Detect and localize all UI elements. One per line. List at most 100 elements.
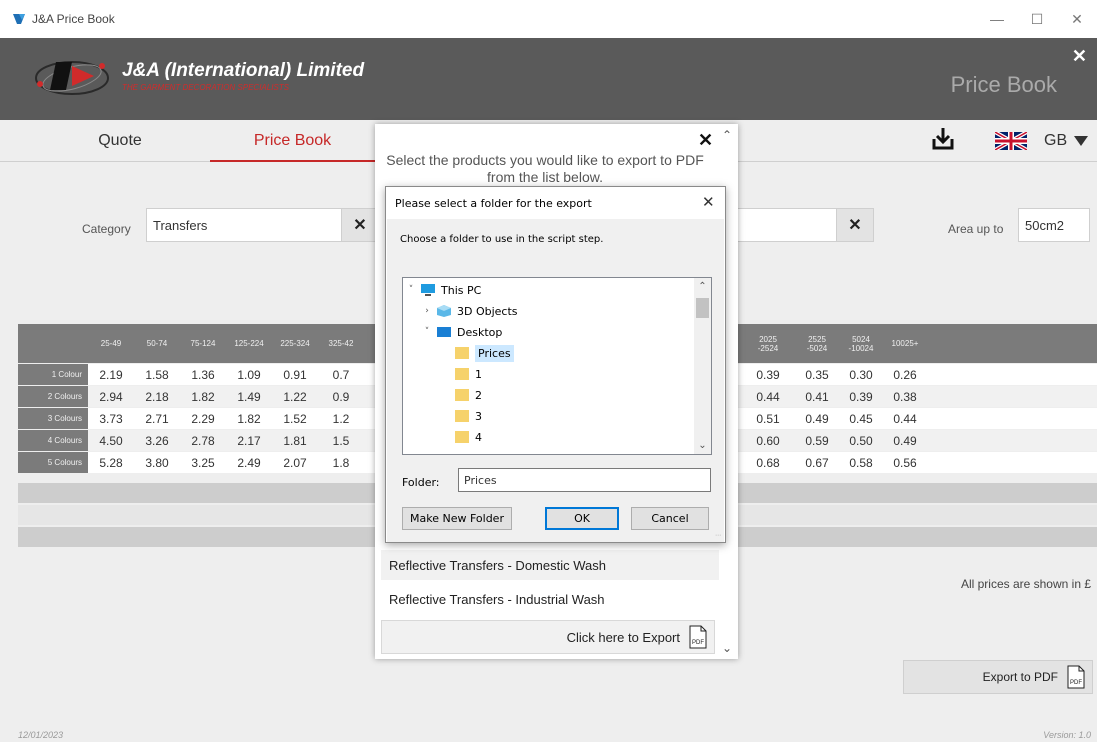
ok-button[interactable]: OK — [545, 507, 619, 530]
maximize-button[interactable]: ☐ — [1017, 0, 1057, 38]
column-header: 75-124 — [190, 339, 216, 348]
column-header: 225-324 — [280, 339, 310, 348]
export-product-item[interactable]: Reflective Transfers - Industrial Wash — [381, 584, 719, 614]
row-label: 1 Colour — [18, 364, 88, 385]
download-icon[interactable] — [930, 125, 956, 153]
scroll-down-icon[interactable]: ⌄ — [722, 641, 732, 655]
minimize-button[interactable]: — — [977, 0, 1017, 38]
scroll-down-icon[interactable]: ⌄ — [694, 440, 711, 451]
cancel-button[interactable]: Cancel — [631, 507, 709, 530]
tree-node-label: This PC — [441, 283, 482, 297]
tree-node-label: 3 — [475, 409, 482, 423]
price-cell: 0.58 — [849, 455, 873, 470]
pdf-icon: PDF — [689, 625, 707, 649]
price-cell: 0.39 — [849, 389, 873, 404]
scroll-up-icon[interactable]: ⌃ — [694, 281, 711, 292]
window-controls: — ☐ ✕ — [977, 0, 1097, 38]
price-cell: 1.82 — [237, 411, 261, 426]
window-titlebar: J&A Price Book — ☐ ✕ — [0, 0, 1097, 38]
company-logo — [35, 61, 109, 95]
click-to-export-button[interactable]: Click here to Export PDF — [381, 620, 715, 654]
category-input[interactable]: Transfers — [146, 208, 343, 242]
price-cell: 0.59 — [805, 433, 829, 448]
make-new-folder-button[interactable]: Make New Folder — [402, 507, 512, 530]
tree-node-folder-3[interactable]: 3 — [451, 406, 482, 426]
tree-node-label: 1 — [475, 367, 482, 381]
header-close-icon[interactable]: ✕ — [1072, 46, 1087, 67]
price-cell: 3.26 — [145, 433, 169, 448]
export-panel-close-icon[interactable]: ✕ — [698, 130, 713, 151]
tree-node-this-pc[interactable]: ˅ This PC — [405, 280, 482, 300]
price-cell: 2.71 — [145, 411, 169, 426]
product-clear-button[interactable]: ✕ — [836, 208, 874, 242]
price-cell: 2.17 — [237, 433, 261, 448]
product-filter-input[interactable] — [726, 208, 838, 242]
folder-select-dialog: Please select a folder for the export ✕ … — [385, 186, 726, 543]
tab-quote[interactable]: Quote — [30, 120, 210, 162]
expand-icon[interactable]: › — [421, 306, 433, 316]
price-cell: 0.45 — [849, 411, 873, 426]
price-cell: 2.49 — [237, 455, 261, 470]
area-input[interactable]: 50cm2 — [1018, 208, 1090, 242]
click-to-export-label: Click here to Export — [566, 629, 680, 645]
row-label: 4 Colours — [18, 430, 88, 451]
footer-date: 12/01/2023 — [18, 730, 64, 740]
folder-input[interactable]: Prices — [458, 468, 711, 492]
tree-node-3d-objects[interactable]: › 3D Objects — [421, 301, 517, 321]
price-cell: 0.56 — [893, 455, 917, 470]
folder-label: Folder: — [402, 476, 440, 489]
app-header: J&A (International) Limited THE GARMENT … — [0, 38, 1097, 120]
price-cell: 5.28 — [99, 455, 123, 470]
category-clear-button[interactable]: ✕ — [341, 208, 379, 242]
price-cell: 2.78 — [191, 433, 215, 448]
column-header: 2025 -2524 — [757, 334, 779, 353]
price-cell: 2.29 — [191, 411, 215, 426]
area-label: Area up to — [948, 222, 1004, 236]
language-dropdown-icon[interactable] — [1074, 136, 1088, 146]
price-cell: 1.2 — [332, 411, 350, 426]
pdf-icon-text: PDF — [1070, 680, 1082, 686]
close-window-button[interactable]: ✕ — [1057, 0, 1097, 38]
price-cell: 0.91 — [283, 367, 307, 382]
section-title: Price Book — [950, 72, 1057, 97]
export-product-item[interactable]: Reflective Transfers - Domestic Wash — [381, 550, 719, 580]
scrollbar-thumb[interactable] — [696, 298, 709, 318]
resize-grip-icon[interactable]: ⋯ — [715, 532, 723, 540]
export-to-pdf-button[interactable]: Export to PDF PDF — [903, 660, 1093, 694]
price-cell: 0.39 — [756, 367, 780, 382]
row-label: 3 Colours — [18, 408, 88, 429]
price-cell: 0.51 — [756, 411, 780, 426]
price-cell: 1.36 — [191, 367, 215, 382]
folder-icon — [455, 431, 469, 443]
company-tagline: THE GARMENT DECORATION SPECIALISTS — [122, 83, 289, 92]
language-selector[interactable]: GB — [1044, 132, 1067, 150]
column-header: 50-74 — [146, 339, 168, 348]
price-cell: 1.49 — [237, 389, 261, 404]
folder-icon — [455, 389, 469, 401]
pdf-icon-text: PDF — [692, 640, 704, 646]
folder-icon — [455, 410, 469, 422]
price-cell: 0.38 — [893, 389, 917, 404]
price-cell: 0.60 — [756, 433, 780, 448]
dialog-close-icon[interactable]: ✕ — [702, 193, 715, 211]
pdf-icon: PDF — [1067, 665, 1085, 689]
price-cell: 0.49 — [893, 433, 917, 448]
collapse-icon[interactable]: ˅ — [421, 327, 433, 337]
collapse-icon[interactable]: ˅ — [405, 285, 417, 295]
tree-node-prices[interactable]: Prices — [451, 343, 514, 363]
tree-node-folder-4[interactable]: 4 — [451, 427, 482, 447]
price-cell: 1.22 — [283, 389, 307, 404]
tree-node-desktop[interactable]: ˅ Desktop — [421, 322, 503, 342]
tree-scrollbar[interactable]: ⌃ ⌄ — [694, 278, 711, 454]
pc-icon — [421, 284, 435, 296]
tree-node-folder-1[interactable]: 1 — [451, 364, 482, 384]
3d-objects-icon — [437, 305, 451, 317]
folder-tree[interactable]: ˅ This PC › 3D Objects ˅ Desktop Prices … — [402, 277, 712, 455]
company-block: J&A (International) Limited THE GARMENT … — [122, 60, 364, 92]
scroll-up-icon[interactable]: ⌃ — [722, 128, 732, 142]
column-header: 5024 -10024 — [848, 334, 874, 353]
tab-price-book[interactable]: Price Book — [210, 120, 375, 162]
uk-flag-icon[interactable] — [995, 132, 1027, 150]
tree-node-folder-2[interactable]: 2 — [451, 385, 482, 405]
price-cell: 3.25 — [191, 455, 215, 470]
